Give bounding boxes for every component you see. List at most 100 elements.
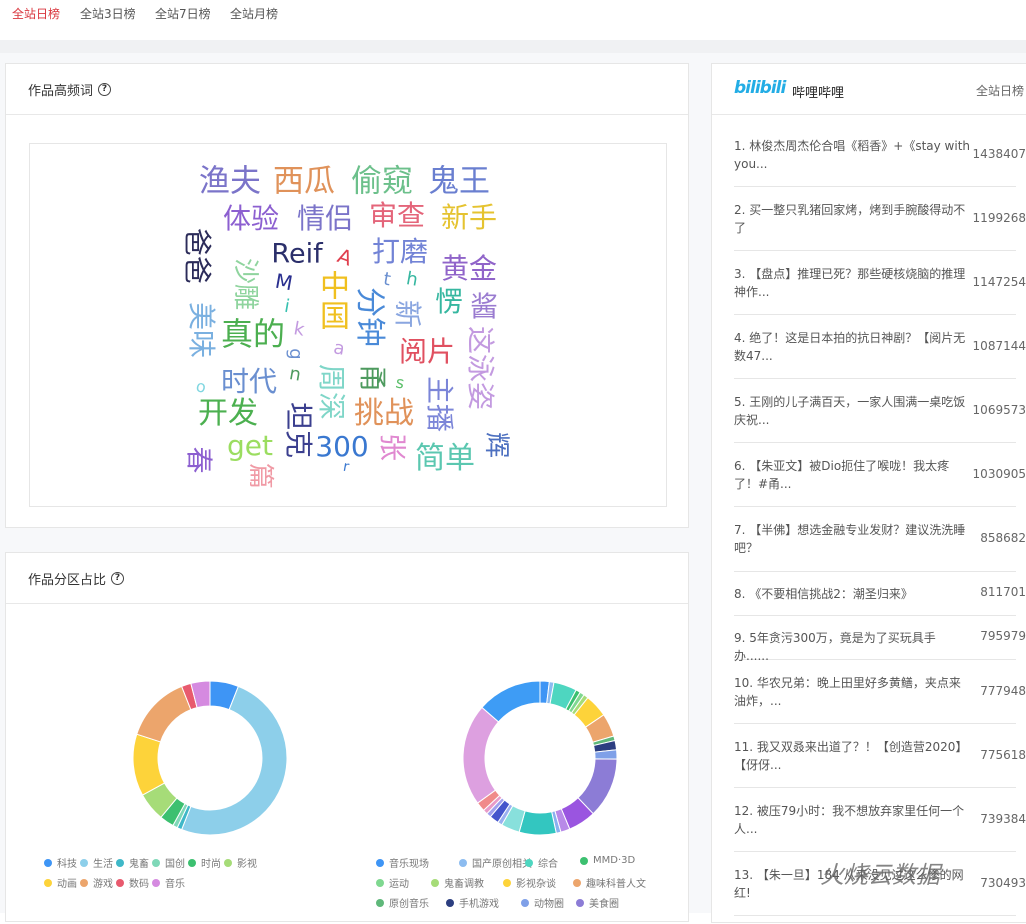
ranking-item-title[interactable]: 4. 绝了！这是日本拍的抗日神剧？【阅片无数47... xyxy=(734,329,970,365)
panel-subtitle[interactable]: 全站日榜 xyxy=(976,82,1024,99)
ranking-item-title[interactable]: 2. 买一整只乳猪回家烤，烤到手腕酸得动不了 xyxy=(734,201,970,237)
legend-dot-icon xyxy=(459,858,467,867)
word-cloud-word: get xyxy=(227,429,273,462)
watermark: 火烧云数据 xyxy=(820,861,940,889)
word-cloud-word: 新 xyxy=(391,299,424,329)
tab-monthly[interactable]: 全站月榜 xyxy=(230,5,278,22)
legend-item[interactable]: 音乐现场 xyxy=(376,855,429,870)
word-cloud-word: 美味 xyxy=(185,301,218,359)
word-cloud-word: 这泳姿 xyxy=(464,325,497,411)
ranking-item-title[interactable]: 5. 王刚的儿子满百天，一家人围满一桌吃饭庆祝... xyxy=(734,393,970,429)
ranking-item-title[interactable]: 11. 我又双叒来出道了？！【创造营2020】【伢伢... xyxy=(734,738,970,774)
word-cloud-word: 周深 xyxy=(315,363,348,421)
legend-label: 数码 xyxy=(129,879,149,890)
ranking-tabs: 全站日榜 全站3日榜 全站7日榜 全站月榜 xyxy=(0,0,1026,40)
card-title: 作品分区占比 xyxy=(28,572,107,588)
ranking-item[interactable]: 9. 5年贪污300万，竟是为了买玩具手办...... 795979 xyxy=(734,616,1026,663)
subcategory-donut-slice[interactable] xyxy=(518,810,557,836)
word-cloud-word: 渔夫 xyxy=(199,163,261,200)
divider xyxy=(0,40,1026,53)
legend-item[interactable]: 音乐 xyxy=(152,875,185,890)
legend-dot-icon xyxy=(224,858,232,867)
word-cloud-word: o xyxy=(194,376,208,397)
legend-item[interactable]: 国产原创相关 xyxy=(459,855,532,870)
legend-dot-icon xyxy=(446,898,454,907)
word-cloud-word: 打磨 xyxy=(371,235,429,268)
legend-dot-icon xyxy=(80,858,88,867)
legend-item[interactable]: 科技 xyxy=(44,855,77,870)
category-donut-slice[interactable] xyxy=(181,685,288,836)
bilibili-logo: bilibili xyxy=(734,78,786,98)
ranking-item[interactable]: 7. 【半佛】想选金融专业发财？建议洗洗睡吧？ 858682 xyxy=(734,507,1026,572)
legend-item[interactable]: 鬼畜调教 xyxy=(431,875,484,890)
tab-3day[interactable]: 全站3日榜 xyxy=(80,5,136,22)
word-cloud-word: 时代 xyxy=(220,365,278,398)
word-cloud-word: s xyxy=(394,372,406,393)
ranking-item-title[interactable]: 8. 《不要相信挑战2：潮圣归来》 xyxy=(734,585,970,603)
legend-item[interactable]: 综合 xyxy=(525,855,558,870)
legend-item[interactable]: 手机游戏 xyxy=(446,895,499,910)
legend-item[interactable]: 国创 xyxy=(152,855,185,870)
word-cloud-word: 偷窥 xyxy=(351,163,413,200)
legend-item[interactable]: 数码 xyxy=(116,875,149,890)
ranking-item[interactable]: 1. 林俊杰周杰伦合唱《稻香》+《stay with you... 1438407 xyxy=(734,123,1026,187)
word-cloud-word: 分钟 xyxy=(352,287,387,347)
legend-label: 音乐 xyxy=(165,879,185,890)
legend-label: 国创 xyxy=(165,859,185,870)
category-donut-slice[interactable] xyxy=(132,733,166,796)
word-cloud-word: a xyxy=(331,337,347,360)
ranking-item[interactable]: 11. 我又双叒来出道了？！【创造营2020】【伢伢... 775618 xyxy=(734,724,1026,788)
ranking-item-title[interactable]: 10. 华农兄弟：晚上田里好多黄鳝，夹点来油炸，... xyxy=(734,674,970,710)
ranking-item-title[interactable]: 6. 【朱亚文】被Dio扼住了喉咙！我太疼了！#甬... xyxy=(734,457,970,493)
legend-item[interactable]: 原创音乐 xyxy=(376,895,429,910)
legend-item[interactable]: 运动 xyxy=(376,875,409,890)
legend-label: 动画 xyxy=(57,879,77,890)
ranking-item-count: 1438407 xyxy=(972,147,1026,161)
tab-daily[interactable]: 全站日榜 xyxy=(12,5,60,22)
ranking-item-count: 1087144 xyxy=(972,339,1026,353)
legend-label: 综合 xyxy=(538,859,558,870)
ranking-item-count: 1069573 xyxy=(972,403,1026,417)
ranking-item-count: 811701 xyxy=(980,585,1026,599)
category-donut-slice[interactable] xyxy=(136,685,192,743)
ranking-item-title[interactable]: 3. 【盘点】推理已死？那些硬核烧脑的推理神作... xyxy=(734,265,970,301)
ranking-item[interactable]: 10. 华农兄弟：晚上田里好多黄鳝，夹点来油炸，... 777948 xyxy=(734,660,1026,724)
ranking-item[interactable]: 2. 买一整只乳猪回家烤，烤到手腕酸得动不了 1199268 xyxy=(734,187,1026,251)
ranking-item-title[interactable]: 1. 林俊杰周杰伦合唱《稻香》+《stay with you... xyxy=(734,137,970,173)
legend-item[interactable]: 影视杂谈 xyxy=(503,875,556,890)
ranking-item-title[interactable]: 7. 【半佛】想选金融专业发财？建议洗洗睡吧？ xyxy=(734,521,970,557)
word-cloud-word: Reif xyxy=(271,238,323,270)
ranking-item-title[interactable]: 12. 被压79小时：我不想放弃家里任何一个人... xyxy=(734,802,970,838)
ranking-item[interactable]: 6. 【朱亚文】被Dio扼住了喉咙！我太疼了！#甬... 1030905 xyxy=(734,443,1026,507)
legend-item[interactable]: 美食圈 xyxy=(576,895,619,910)
legend-item[interactable]: 动画 xyxy=(44,875,77,890)
ranking-item[interactable]: 8. 《不要相信挑战2：潮圣归来》 811701 xyxy=(734,572,1026,616)
tab-7day[interactable]: 全站7日榜 xyxy=(155,5,211,22)
legend-item[interactable]: MMD·3D xyxy=(580,855,635,866)
word-cloud-word: 新手 xyxy=(440,201,498,234)
ranking-item[interactable]: 5. 王刚的儿子满百天，一家人围满一桌吃饭庆祝... 1069573 xyxy=(734,379,1026,443)
legend-dot-icon xyxy=(376,878,384,887)
legend-label: 原创音乐 xyxy=(389,899,429,910)
legend-item[interactable]: 生活 xyxy=(80,855,113,870)
legend-dot-icon xyxy=(376,898,384,907)
legend-label: 运动 xyxy=(389,879,409,890)
subcategory-donut-slice[interactable] xyxy=(462,706,500,804)
legend-item[interactable]: 鬼畜 xyxy=(116,855,149,870)
word-cloud-word: 坦克 xyxy=(282,401,315,459)
legend-label: 国产原创相关 xyxy=(472,859,532,870)
legend-dot-icon xyxy=(44,878,52,887)
ranking-item[interactable]: 3. 【盘点】推理已死？那些硬核烧脑的推理神作... 1147254 xyxy=(734,251,1026,315)
ranking-item[interactable]: 4. 绝了！这是日本拍的抗日神剧？【阅片无数47... 1087144 xyxy=(734,315,1026,379)
ranking-item[interactable]: 12. 被压79小时：我不想放弃家里任何一个人... 739384 xyxy=(734,788,1026,852)
legend-item[interactable]: 时尚 xyxy=(188,855,221,870)
word-cloud-word: M xyxy=(273,268,295,296)
legend-item[interactable]: 动物圈 xyxy=(521,895,564,910)
legend-item[interactable]: 趣味科普人文 xyxy=(573,875,646,890)
legend-item[interactable]: 游戏 xyxy=(80,875,113,890)
help-icon[interactable]: ? xyxy=(111,571,125,585)
category-share-card: 作品分区占比? 科技 生活 鬼畜 国创 时尚 影视动画 游戏 数码 音乐 音乐现场 国产原创相关 综合… xyxy=(5,552,689,922)
legend-item[interactable]: 影视 xyxy=(224,855,257,870)
help-icon[interactable]: ? xyxy=(98,82,112,96)
word-cloud-word: i xyxy=(282,295,292,318)
